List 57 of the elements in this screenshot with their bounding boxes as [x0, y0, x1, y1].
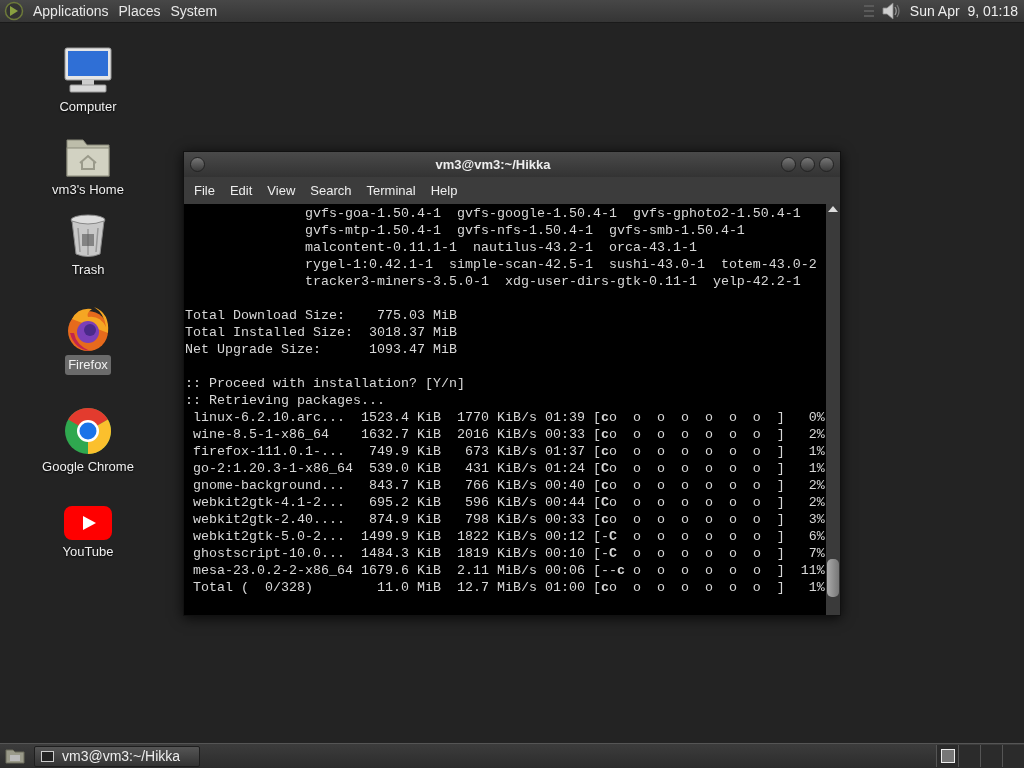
- terminal-line: Total Download Size: 775.03 MiB: [185, 307, 458, 324]
- terminal-line: malcontent-0.11.1-1 nautilus-43.2-1 orca-43.1-1: [303, 239, 698, 256]
- workspace-cell[interactable]: [936, 745, 958, 767]
- terminal-line: Net Upgrade Size: 1093.47 MiB: [185, 341, 458, 358]
- desktop-icon-label[interactable]: Google Chrome: [39, 457, 137, 477]
- terminal-line: rygel-1:0.42.1-1 simple-scan-42.5-1 sushi-43.0-1 totem-43.0-2: [303, 256, 818, 273]
- workspace-cell[interactable]: [958, 745, 980, 767]
- terminal-line: gvfs-goa-1.50.4-1 gvfs-google-1.50.4-1 gvfs-gphoto2-1.50.4-1: [303, 205, 802, 222]
- menu-item[interactable]: View: [261, 180, 302, 201]
- terminal-line: ghostscript-10.0... 1484.3 KiB 1819 KiB/s 00:10 [-C o o o o o o ] 7%: [192, 545, 826, 562]
- chrome-ball-icon[interactable]: [64, 405, 112, 455]
- desktop-icon-label[interactable]: Firefox: [65, 355, 111, 375]
- workspace-cell[interactable]: [980, 745, 1002, 767]
- maximize-button[interactable]: [800, 157, 815, 172]
- desktop-icon-label[interactable]: Trash: [68, 260, 108, 280]
- minimize-button[interactable]: [781, 157, 796, 172]
- terminal-line: gvfs-mtp-1.50.4-1 gvfs-nfs-1.50.4-1 gvfs-smb-1.50.4-1: [303, 222, 746, 239]
- terminal-line: webkit2gtk-4.1-2... 695.2 KiB 596 KiB/s 00:44 [Co o o o o o o ] 2%: [192, 494, 826, 511]
- terminal-icon: [41, 750, 54, 762]
- window-title: vm3@vm3:~/Hikka: [434, 155, 552, 174]
- foot-logo-icon[interactable]: [4, 1, 24, 21]
- scroll-thumb[interactable]: [827, 559, 839, 597]
- panel-menu[interactable]: Applications: [28, 0, 114, 22]
- menu-item[interactable]: File: [188, 180, 221, 201]
- scrollbar[interactable]: [826, 204, 840, 615]
- terminal-line: :: Retrieving packages...: [185, 392, 386, 409]
- terminal-line: tracker3-miners-3.5.0-1 xdg-user-dirs-gtk-0.11-1 yelp-42.2-1: [303, 273, 802, 290]
- close-button[interactable]: [819, 157, 834, 172]
- desktop-icon-label[interactable]: YouTube: [59, 542, 117, 562]
- panel-menu[interactable]: Places: [113, 0, 166, 22]
- terminal-line: gnome-background... 843.7 KiB 766 KiB/s 00:40 [co o o o o o o ] 2%: [192, 477, 826, 494]
- taskbar-button[interactable]: vm3@vm3:~/Hikka: [34, 745, 200, 767]
- terminal-line: linux-6.2.10.arc... 1523.4 KiB 1770 KiB/s 01:39 [co o o o o o o ] 0%: [192, 409, 826, 426]
- panel-menu[interactable]: System: [165, 0, 223, 22]
- terminal-line: mesa-23.0.2-2-x86_64 1679.6 KiB 2.11 MiB/s 00:06 [--c o o o o o o ] 11%: [192, 562, 826, 579]
- menu-item[interactable]: Edit: [223, 180, 259, 201]
- terminal-line: wine-8.5-1-x86_64 1632.7 KiB 2016 KiB/s 00:33 [co o o o o o o ] 2%: [192, 426, 826, 443]
- desktop-icon-label[interactable]: vm3's Home: [49, 180, 127, 200]
- terminal-line: webkit2gtk-2.40.... 874.9 KiB 798 KiB/s 00:33 [co o o o o o o ] 3%: [192, 511, 826, 528]
- workspace-cell[interactable]: [1002, 745, 1024, 767]
- terminal-line: go-2:1.20.3-1-x86_64 539.0 KiB 431 KiB/s 01:24 [Co o o o o o o ] 1%: [192, 460, 826, 477]
- window-menu-button[interactable]: [190, 157, 205, 172]
- tray-handle-icon: [863, 4, 874, 18]
- terminal-line: Total ( 0/328) 11.0 MiB 12.7 MiB/s 01:00 [co o o o o o o ] 1%: [192, 579, 826, 596]
- terminal-line: firefox-111.0.1-... 749.9 KiB 673 KiB/s 01:37 [co o o o o o o ] 1%: [192, 443, 826, 460]
- speaker-icon[interactable]: [879, 0, 902, 22]
- computer-icon[interactable]: [62, 45, 114, 95]
- show-desktop-icon[interactable]: [4, 747, 26, 765]
- terminal-line: Total Installed Size: 3018.37 MiB: [185, 324, 458, 341]
- menu-item[interactable]: Help: [424, 180, 464, 201]
- terminal-line: webkit2gtk-5.0-2... 1499.9 KiB 1822 KiB/s 00:12 [-C o o o o o o ] 6%: [192, 528, 826, 545]
- desktop-icon-label[interactable]: Computer: [56, 97, 120, 117]
- menu-item[interactable]: Search: [304, 180, 358, 201]
- menu-item[interactable]: Terminal: [360, 180, 422, 201]
- scroll-up-arrow-icon[interactable]: [828, 206, 838, 212]
- panel-clock[interactable]: Sun Apr 9, 01:18: [909, 0, 1020, 22]
- terminal-line: :: Proceed with installation? [Y/n]: [185, 375, 466, 392]
